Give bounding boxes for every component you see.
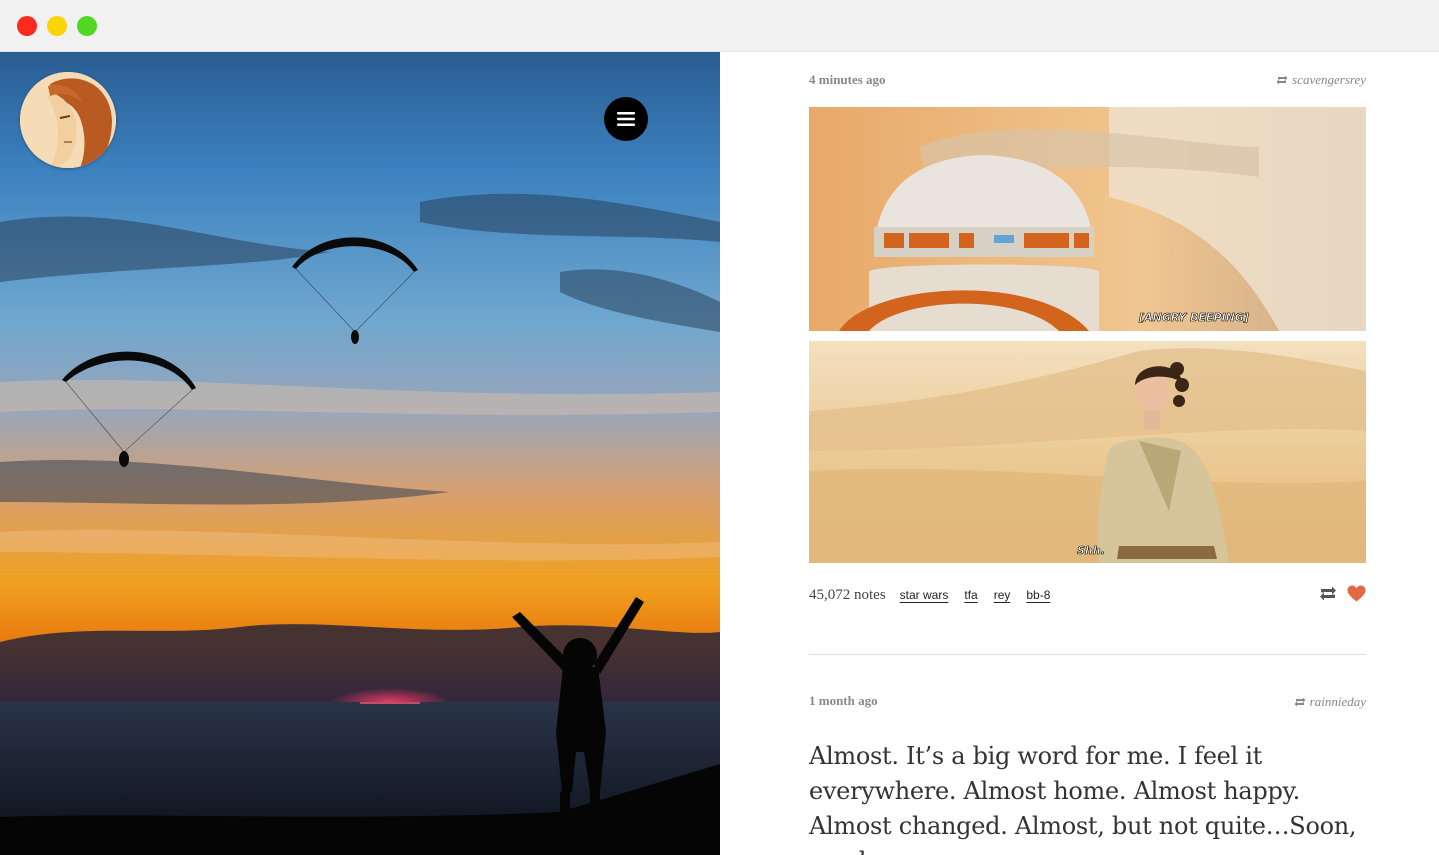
gif-caption: Shh. [1077, 544, 1105, 557]
text-post: 1 month ago rainnieday Almost. It’s a bi… [809, 693, 1366, 855]
reblog-source-link[interactable]: rainnieday [1294, 694, 1366, 710]
notes-count-link[interactable]: 45,072 notes [809, 587, 886, 604]
reblog-icon [1294, 697, 1306, 707]
reblog-source-name: rainnieday [1309, 694, 1366, 709]
photo-rey[interactable]: Shh. [809, 341, 1366, 563]
post-divider [809, 654, 1366, 655]
reblog-source-link[interactable]: scavengersrey [1276, 72, 1366, 88]
reblog-icon [1276, 75, 1288, 85]
tag-link[interactable]: rey [994, 588, 1011, 602]
photo-bb8[interactable]: [ANGRY BEEPING] [809, 107, 1366, 331]
post-timestamp-link[interactable]: 4 minutes ago [809, 72, 886, 88]
gif-caption: [ANGRY BEEPING] [1138, 311, 1249, 324]
post-text: Almost. It’s a big word for me. I feel i… [809, 742, 1357, 855]
close-window-button[interactable] [17, 16, 37, 36]
sunset-paragliders-image [0, 52, 720, 855]
reblog-icon[interactable] [1319, 586, 1337, 601]
maximize-window-button[interactable] [77, 16, 97, 36]
post-timestamp-link[interactable]: 1 month ago [809, 693, 878, 709]
post-meta: 1 month ago rainnieday [809, 693, 1366, 717]
reblog-source-name: scavengersrey [1292, 72, 1366, 87]
tag-link[interactable]: tfa [964, 588, 977, 602]
window-titlebar [0, 0, 1439, 52]
post-meta: 4 minutes ago scavengersrey [809, 72, 1366, 96]
minimize-window-button[interactable] [47, 16, 67, 36]
bb8-gif-image: [ANGRY BEEPING] [809, 107, 1366, 331]
tag-link[interactable]: star wars [900, 588, 949, 602]
post-footer: 45,072 notes star wars tfa rey bb-8 [809, 575, 1366, 615]
photo-post: 4 minutes ago scavengersrey [ANGRY BEEPI… [809, 72, 1366, 615]
blog-avatar[interactable] [20, 72, 116, 168]
post-actions [1319, 585, 1366, 602]
posts-column[interactable]: 4 minutes ago scavengersrey [ANGRY BEEPI… [720, 52, 1439, 855]
avatar-girl-portrait-icon [20, 72, 116, 168]
hamburger-menu-icon [617, 112, 635, 126]
menu-button[interactable] [604, 97, 648, 141]
tag-link[interactable]: bb-8 [1026, 588, 1050, 602]
heart-icon[interactable] [1347, 585, 1366, 602]
rey-gif-image: Shh. [809, 341, 1366, 563]
hero-panel [0, 52, 720, 855]
